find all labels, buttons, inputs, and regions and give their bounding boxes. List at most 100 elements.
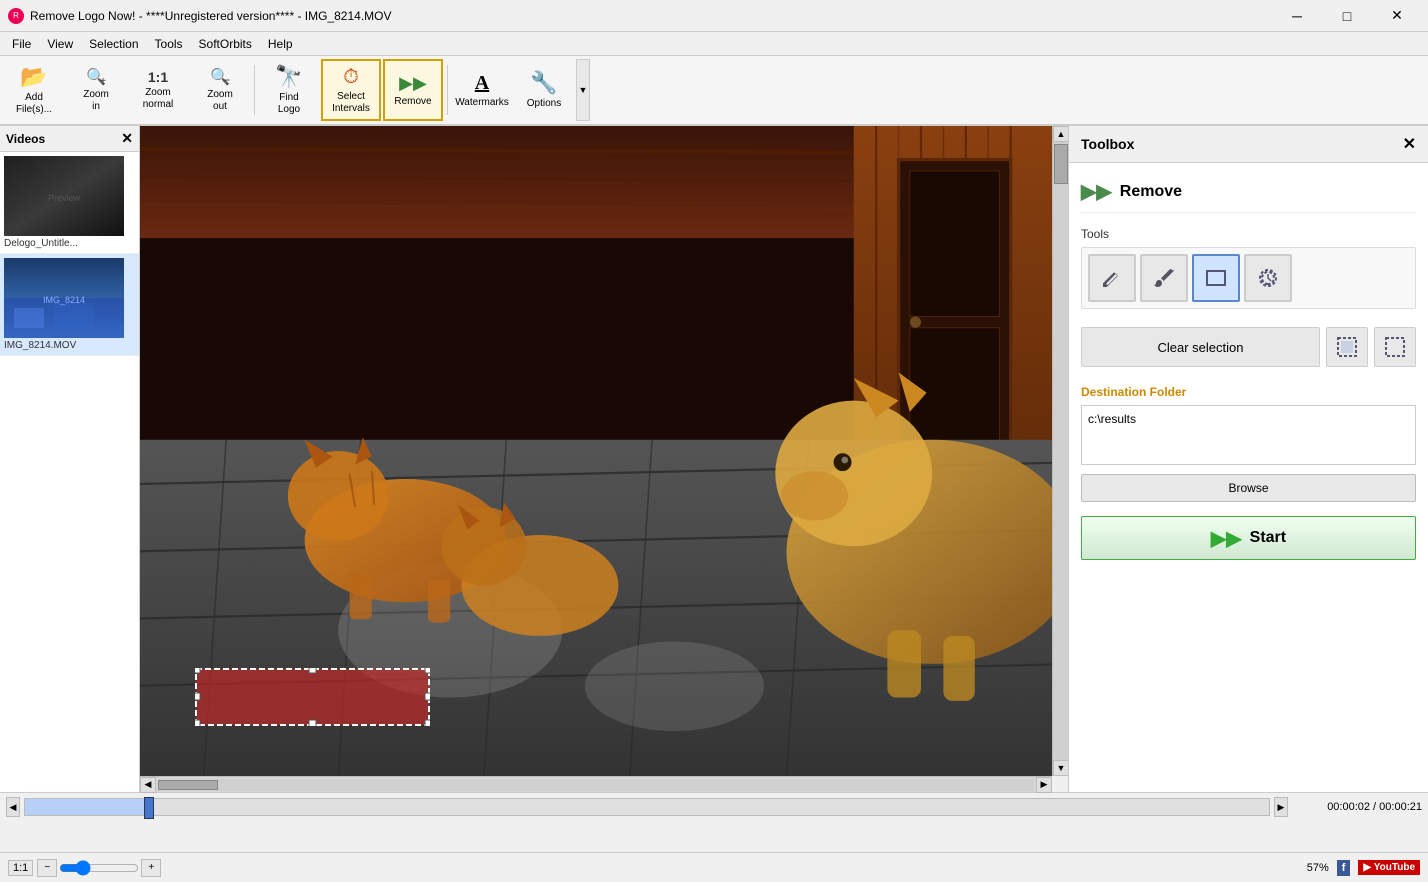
scroll-vertical-track[interactable] [1053,142,1068,760]
scroll-right-arrow[interactable]: ▶ [1036,777,1052,793]
watermarks-label: Watermarks [455,97,509,109]
start-button[interactable]: ▶▶ Start [1081,516,1416,560]
browse-label: Browse [1228,481,1268,495]
options-button[interactable]: 🔧 Options [514,59,574,121]
menu-file[interactable]: File [4,35,39,53]
select-all-icon [1336,336,1358,358]
start-icon: ▶▶ [1211,526,1242,551]
scroll-down-arrow[interactable]: ▼ [1053,760,1069,776]
select-all-button[interactable] [1326,327,1368,367]
toolbox-close-button[interactable]: ✕ [1403,134,1416,154]
status-left: 1:1 − + [8,859,161,877]
menu-tools[interactable]: Tools [147,35,191,53]
scroll-vertical-thumb[interactable] [1054,144,1068,184]
video-thumb-2: IMG_8214 [4,258,124,338]
scroll-left-arrow[interactable]: ◀ [140,777,156,793]
destination-folder-section: Destination Folder c:\results Browse [1081,385,1416,502]
video-item-1[interactable]: Preview Delogo_Untitle... [0,152,139,254]
remove-section-icon: ▶▶ [1081,179,1112,204]
title-bar: R Remove Logo Now! - ****Unregistered ve… [0,0,1428,32]
select-intervals-button[interactable]: ⏱ SelectIntervals [321,59,381,121]
menu-selection[interactable]: Selection [81,35,146,53]
videos-close-button[interactable]: ✕ [121,130,133,147]
toolbar-sep1 [254,65,255,115]
zoom-normal-icon: 1:1 [148,69,168,85]
remove-button[interactable]: ▶▶ Remove [383,59,443,121]
scrubber-forward-button[interactable]: ▶ [1274,797,1288,817]
canvas-scrollbar-vertical[interactable]: ▲ ▼ [1052,126,1068,776]
zoom-ratio-display: 1:1 [8,860,33,876]
svg-text:Preview: Preview [48,193,81,203]
scrubber-thumb[interactable] [144,797,154,819]
status-bar: 1:1 − + 57% f ▶ YouTube [0,852,1428,882]
scroll-up-arrow[interactable]: ▲ [1053,126,1069,142]
toolbox-body: ▶▶ Remove Tools [1069,163,1428,572]
zoom-in-label: Zoomin [83,89,109,113]
video-canvas[interactable] [140,126,1052,776]
menu-view[interactable]: View [39,35,81,53]
brush-tool-button[interactable] [1140,254,1188,302]
options-icon: 🔧 [530,70,557,96]
lasso-tool-button[interactable] [1244,254,1292,302]
toolbar-scroll-button[interactable]: ▼ [576,59,590,121]
toolbar-sep2 [447,65,448,115]
pencil-icon [1100,266,1124,290]
menu-help[interactable]: Help [260,35,301,53]
start-label: Start [1250,529,1286,547]
add-files-button[interactable]: 📂 AddFile(s)... [4,59,64,121]
selection-area[interactable] [195,668,430,726]
select-none-button[interactable] [1374,327,1416,367]
zoom-slider[interactable] [59,860,139,876]
zoom-normal-button[interactable]: 1:1 Zoomnormal [128,59,188,121]
timeline-area: ◀ ▶ 00:00:02 / 00:00:21 [0,792,1428,852]
add-files-icon: 📂 [20,64,47,90]
destination-input[interactable]: c:\results [1081,405,1416,465]
select-none-icon [1384,336,1406,358]
svg-text:IMG_8214: IMG_8214 [43,295,85,305]
close-button[interactable]: ✕ [1374,0,1420,32]
scrubber-back-button[interactable]: ◀ [6,797,20,817]
toolbox-title-label: Toolbox [1081,136,1134,152]
scroll-horizontal-track[interactable] [158,779,1034,791]
watermarks-button[interactable]: A Watermarks [452,59,512,121]
video-label-2: IMG_8214.MOV [4,340,135,351]
rect-select-icon [1204,266,1228,290]
minimize-button[interactable]: ─ [1274,0,1320,32]
video-item-2[interactable]: IMG_8214 IMG_8214.MOV [0,254,139,356]
zoom-in-button[interactable]: 🔍+ Zoomin [66,59,126,121]
title-bar-controls: ─ □ ✕ [1274,0,1420,32]
find-logo-button[interactable]: 🔭 FindLogo [259,59,319,121]
video-thumb-1: Preview [4,156,124,236]
youtube-button[interactable]: ▶ YouTube [1358,860,1420,875]
window-title: Remove Logo Now! - ****Unregistered vers… [30,9,392,23]
options-label: Options [527,98,561,110]
facebook-button[interactable]: f [1337,860,1351,876]
start-section: ▶▶ Start [1081,516,1416,560]
destination-label: Destination Folder [1081,385,1416,399]
toolbar: 📂 AddFile(s)... 🔍+ Zoomin 1:1 Zoomnormal… [0,56,1428,126]
zoom-out-button[interactable]: 🔍− Zoomout [190,59,250,121]
restore-button[interactable]: □ [1324,0,1370,32]
pencil-tool-button[interactable] [1088,254,1136,302]
scroll-horizontal-thumb[interactable] [158,780,218,790]
menu-softorbits[interactable]: SoftOrbits [191,35,260,53]
select-intervals-icon: ⏱ [343,66,359,89]
zoom-increase-button[interactable]: + [141,859,161,877]
zoom-normal-label: Zoomnormal [143,87,174,111]
clear-selection-button[interactable]: Clear selection [1081,327,1320,367]
zoom-out-label: Zoomout [207,89,233,113]
videos-title: Videos [6,132,45,146]
add-files-label: AddFile(s)... [16,92,52,116]
app-icon: R [8,8,24,24]
rect-select-tool-button[interactable] [1192,254,1240,302]
remove-icon: ▶▶ [399,73,427,94]
scrubber-track[interactable] [24,798,1270,816]
videos-header: Videos ✕ [0,126,139,152]
zoom-decrease-button[interactable]: − [37,859,57,877]
find-logo-label: FindLogo [278,92,300,116]
canvas-scrollbar-horizontal[interactable]: ◀ ▶ [140,776,1052,792]
toolbox-title: Toolbox [1081,136,1134,152]
zoom-percent-display: 57% [1307,862,1329,874]
clear-selection-label: Clear selection [1158,340,1244,355]
browse-button[interactable]: Browse [1081,474,1416,502]
